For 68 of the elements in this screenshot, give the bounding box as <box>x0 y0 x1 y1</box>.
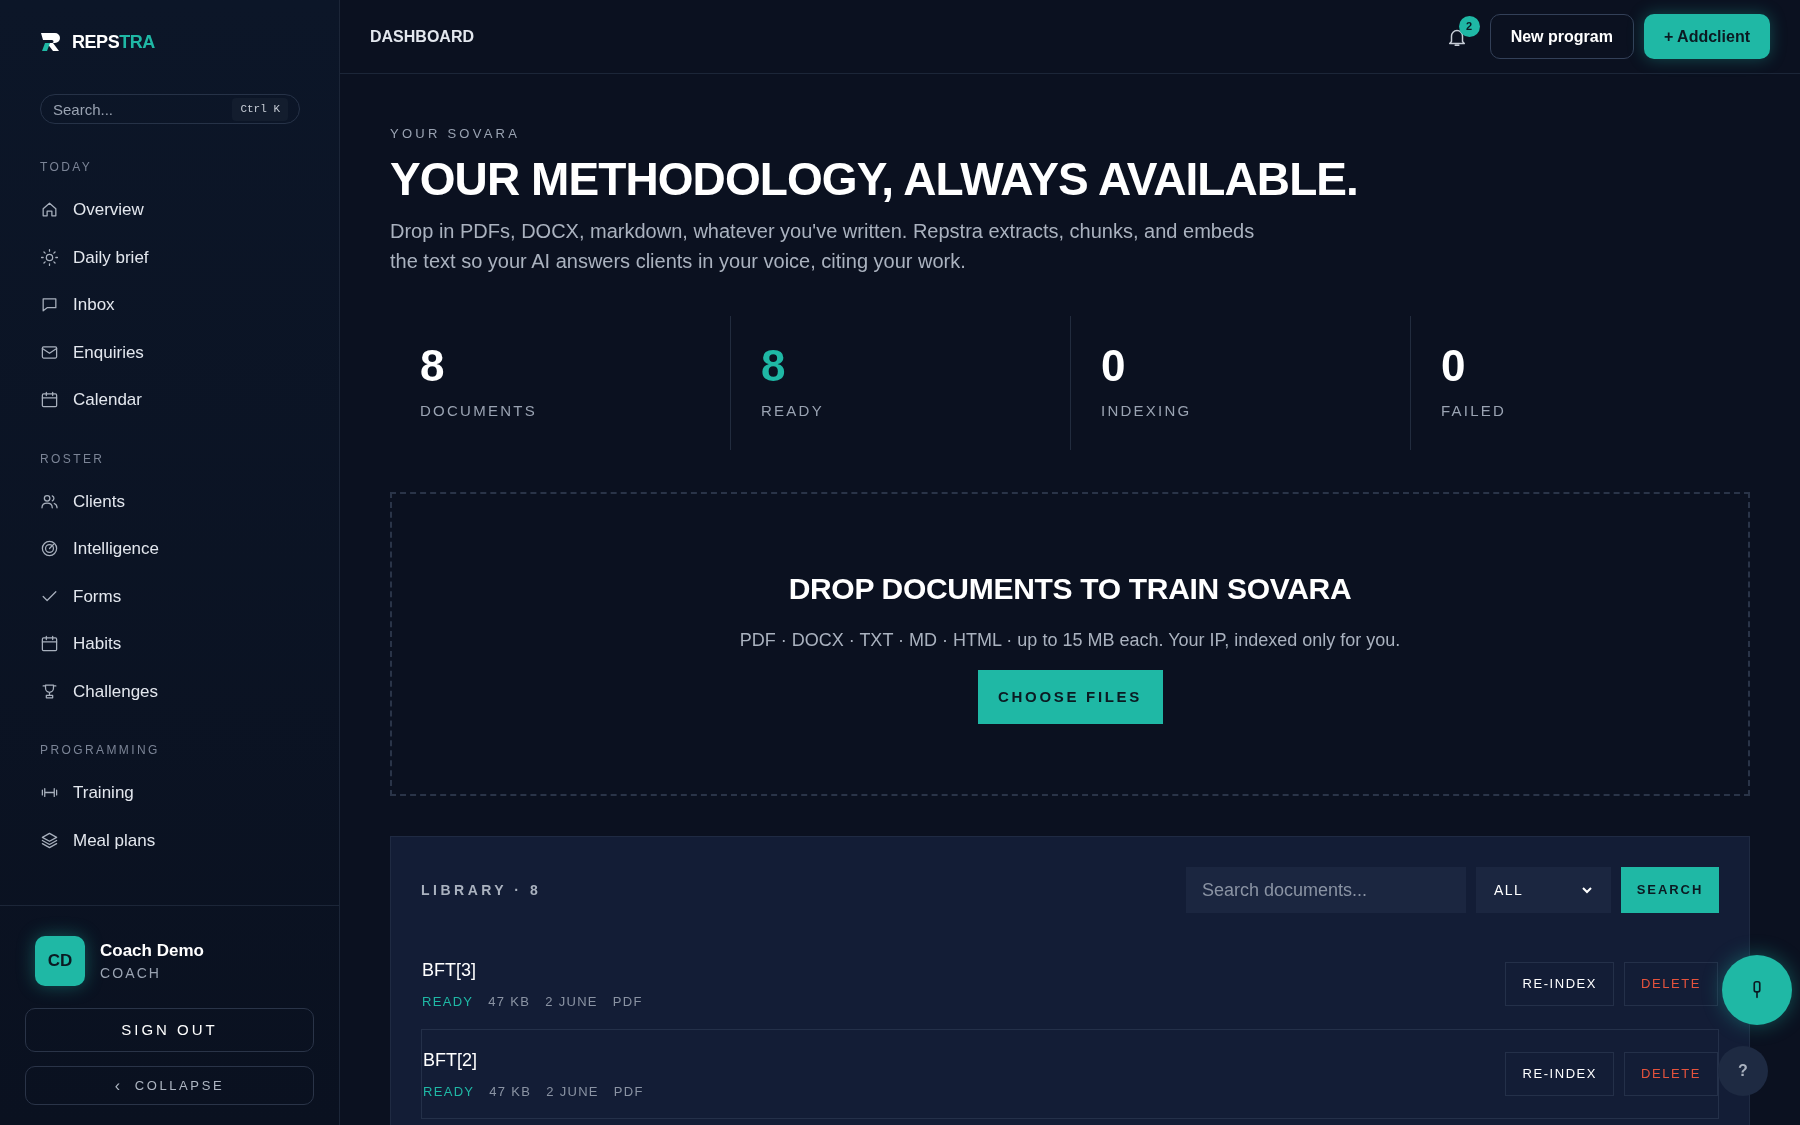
stat-value: 0 <box>1441 344 1467 389</box>
nav-item[interactable]: Forms <box>40 572 299 620</box>
file-type: PDF <box>612 992 643 1011</box>
status-label: READY <box>422 992 474 1011</box>
nav-item[interactable]: Clients <box>40 477 299 525</box>
sign-out-button[interactable]: SIGN OUT <box>25 1008 314 1052</box>
user-name: Coach Demo <box>100 939 204 962</box>
user-role: COACH <box>100 964 163 984</box>
drop-zone[interactable]: DROP DOCUMENTS TO TRAIN SOVARA PDF · DOCX · TXT · MD · HTML · up to 15 MB each. Your IP, indexed only for you. CHOOSE FILES <box>390 492 1750 797</box>
logo-text: REPSTRA <box>72 30 155 54</box>
help-button[interactable]: ? <box>1718 1046 1768 1096</box>
search-button[interactable]: SEARCH <box>1621 867 1719 914</box>
section-label: TODAY <box>40 159 94 176</box>
nav-item[interactable]: Inbox <box>40 281 299 329</box>
add-client-button[interactable]: + Addclient <box>1643 14 1770 59</box>
stat-value: 8 <box>420 344 446 389</box>
nav-item[interactable]: Overview <box>40 186 299 234</box>
collapse-button[interactable]: ‹ COLLAPSE <box>25 1066 314 1105</box>
nav-item[interactable]: Training <box>40 769 299 817</box>
section-label: PROGRAMMING <box>40 742 161 759</box>
reindex-button[interactable]: RE-INDEX <box>1505 1052 1615 1097</box>
avatar: CD <box>35 936 85 986</box>
section-label: ROSTER <box>40 450 106 468</box>
chevron-icon: ‹ <box>114 1073 123 1098</box>
stat-label: FAILED <box>1441 401 1508 422</box>
file-date: 2 JUNE <box>546 1082 599 1101</box>
nav-item[interactable]: Calendar <box>40 376 299 424</box>
drop-zone-title: DROP DOCUMENTS TO TRAIN SOVARA <box>788 571 1352 608</box>
nav-item[interactable]: Intelligence <box>40 525 299 573</box>
sun-icon <box>40 247 59 267</box>
reindex-button[interactable]: RE-INDEX <box>1505 962 1615 1007</box>
document-name: BFT[3] <box>422 958 477 982</box>
file-date: 2 JUNE <box>545 992 598 1011</box>
eyebrow-label: YOUR SOVARA <box>390 125 522 143</box>
stat-value: 0 <box>1101 344 1127 389</box>
stat-label: READY <box>761 401 825 422</box>
shortcut-hint: Ctrl K <box>232 98 288 121</box>
file-type: PDF <box>613 1082 644 1101</box>
filter-dropdown[interactable]: ALL <box>1476 867 1611 914</box>
nav-item[interactable]: Enquiries <box>40 328 299 376</box>
stat-value: 8 <box>761 344 787 389</box>
document-row[interactable]: BFT[2] READY 47 KB 2 JUNE PDF RE-INDEX DELETE <box>421 1029 1719 1120</box>
nav-item[interactable]: Meal plans <box>40 816 299 864</box>
hero-heading: YOUR METHODOLOGY, ALWAYS AVAILABLE. <box>390 153 1359 205</box>
file-size: 47 KB <box>488 992 531 1011</box>
hero-description: Drop in PDFs, DOCX, markdown, whatever you've written. Repstra extracts, chunks, and embeds the text so your AI answers clients in your voice, citing your work. <box>390 219 1256 275</box>
stat-label: DOCUMENTS <box>420 401 538 422</box>
nav-item[interactable]: Habits <box>40 620 299 668</box>
page-title: DASHBOARD <box>370 26 474 47</box>
target-icon <box>40 539 59 559</box>
new-program-button[interactable]: New program <box>1489 14 1634 59</box>
choose-files-button[interactable]: CHOOSE FILES <box>977 670 1163 725</box>
drop-zone-hint: PDF · DOCX · TXT · MD · HTML · up to 15 MB each. Your IP, indexed only for you. <box>739 629 1401 653</box>
document-search-field[interactable]: Search documents... <box>1186 867 1466 914</box>
calendar-icon <box>40 634 59 654</box>
document-name: BFT[2] <box>423 1048 478 1072</box>
notification-badge: 2 <box>1458 15 1480 37</box>
delete-button[interactable]: DELETE <box>1624 1052 1718 1097</box>
layers-icon <box>40 830 59 850</box>
nav-item[interactable]: Challenges <box>40 667 299 715</box>
calendar-icon <box>40 390 59 410</box>
delete-button[interactable]: DELETE <box>1624 962 1718 1007</box>
file-size: 47 KB <box>489 1082 532 1101</box>
document-row[interactable]: BFT[3] READY 47 KB 2 JUNE PDF RE-INDEX DELETE <box>421 939 1719 1030</box>
stat-label: INDEXING <box>1101 401 1193 422</box>
nav-item[interactable]: Daily brief <box>40 233 299 281</box>
status-label: READY <box>423 1082 475 1101</box>
library-title: LIBRARY · 8 <box>421 880 542 900</box>
